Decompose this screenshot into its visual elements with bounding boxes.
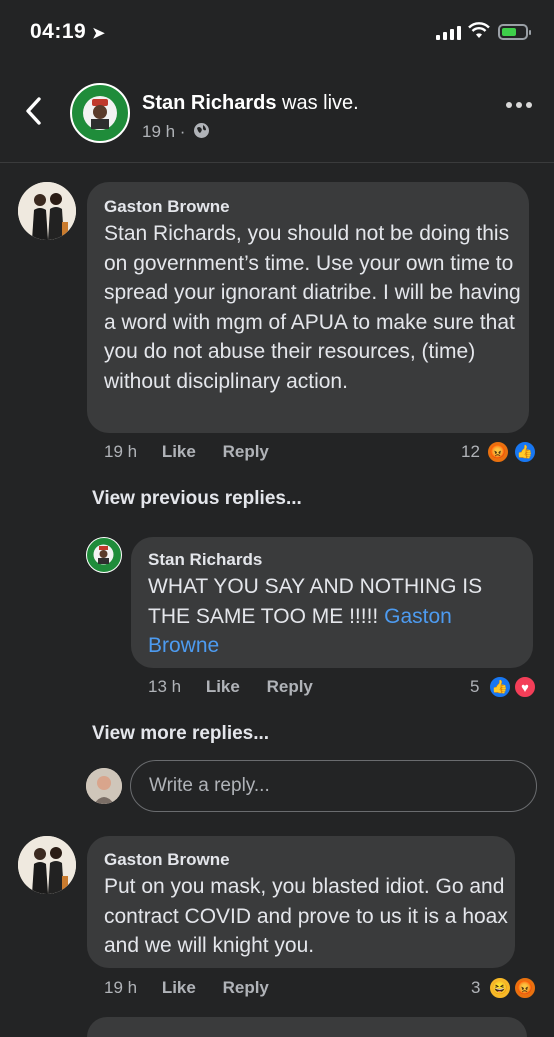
post-title: Stan Richards was live. — [142, 92, 359, 114]
reply-button[interactable]: Reply — [223, 442, 269, 461]
angry-reaction-icon: 😡 — [486, 440, 510, 464]
next-comment-edge — [87, 1017, 527, 1037]
like-reaction-icon: 👍 — [513, 440, 537, 464]
more-options-icon[interactable] — [506, 102, 532, 108]
like-button[interactable]: Like — [162, 442, 196, 461]
reply-author[interactable]: Stan Richards — [148, 550, 262, 570]
reaction-count[interactable]: 5 — [470, 677, 479, 697]
comment-time: 19 h — [104, 978, 138, 997]
comment-author[interactable]: Gaston Browne — [104, 197, 230, 217]
status-time: 04:19 ➤ — [30, 20, 106, 43]
write-reply-input[interactable]: Write a reply... — [130, 760, 537, 812]
comment-bubble: Gaston Browne Stan Richards, you should … — [87, 182, 529, 433]
gaston-browne-avatar[interactable] — [18, 182, 76, 240]
comment-text: Put on you mask, you blasted idiot. Go a… — [104, 875, 508, 957]
back-chevron-icon[interactable] — [22, 96, 46, 126]
comment-author[interactable]: Gaston Browne — [104, 850, 230, 870]
reply-bubble: Stan Richards WHAT YOU SAY AND NOTHING I… — [131, 537, 533, 668]
reply-time: 13 h — [148, 677, 182, 696]
comment-meta: 19 h Like Reply — [104, 442, 269, 462]
comment-meta: 19 h Like Reply — [104, 978, 269, 998]
like-reaction-icon: 👍 — [488, 675, 512, 699]
love-reaction-icon: ♥ — [513, 675, 537, 699]
author-name-link[interactable]: Stan Richards — [142, 92, 276, 114]
comment-time: 19 h — [104, 442, 138, 461]
location-arrow-icon: ➤ — [92, 25, 106, 42]
reply-meta: 13 h Like Reply — [148, 677, 313, 697]
wifi-icon — [468, 22, 490, 38]
stan-richards-reply-avatar[interactable] — [86, 537, 122, 573]
cellular-signal-icon — [436, 26, 461, 40]
current-user-avatar — [86, 768, 122, 804]
stan-richards-avatar[interactable] — [70, 83, 130, 143]
post-meta: 19 h · — [142, 122, 210, 142]
angry-reaction-icon: 😡 — [513, 976, 537, 1000]
comment-bubble: Gaston Browne Put on you mask, you blast… — [87, 836, 515, 968]
reaction-count[interactable]: 3 — [471, 978, 480, 998]
comment-text: Stan Richards, you should not be doing t… — [104, 222, 521, 393]
like-button[interactable]: Like — [206, 677, 240, 696]
reply-text: WHAT YOU SAY AND NOTHING IS THE SAME TOO… — [148, 575, 483, 657]
reply-button[interactable]: Reply — [267, 677, 313, 696]
haha-reaction-icon: 😆 — [488, 976, 512, 1000]
header-divider — [0, 162, 554, 163]
globe-icon — [194, 123, 210, 138]
like-button[interactable]: Like — [162, 978, 196, 997]
gaston-browne-avatar[interactable] — [18, 836, 76, 894]
reply-button[interactable]: Reply — [223, 978, 269, 997]
battery-icon — [498, 24, 531, 40]
view-previous-replies[interactable]: View previous replies... — [92, 488, 302, 510]
view-more-replies[interactable]: View more replies... — [92, 723, 269, 745]
reaction-count[interactable]: 12 — [461, 442, 480, 462]
